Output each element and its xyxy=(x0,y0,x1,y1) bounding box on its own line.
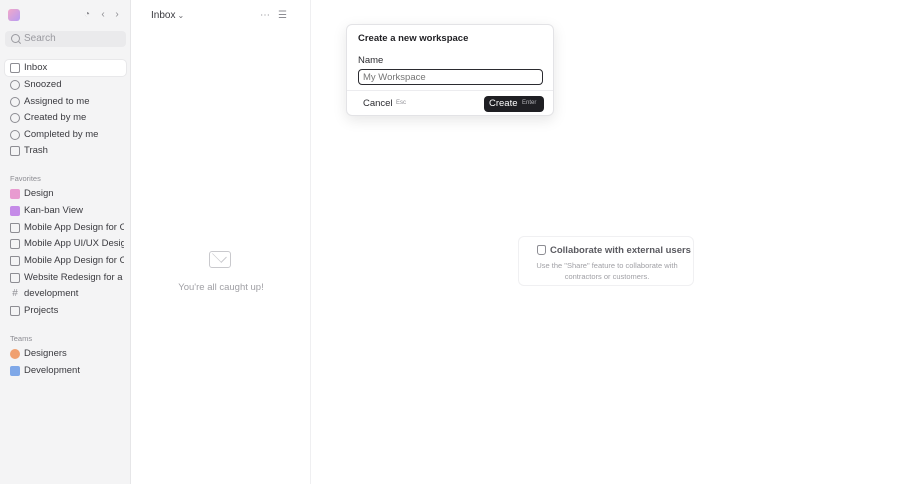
workspace-name-input[interactable] xyxy=(358,69,543,85)
sidebar-item-label: Trash xyxy=(24,145,48,156)
create-button[interactable]: Create Enter xyxy=(484,96,544,112)
team-item-designers[interactable]: Designers xyxy=(5,346,126,362)
create-label: Create xyxy=(489,98,518,109)
favorite-item-mobile-app-design-1[interactable]: Mobile App Design for Online Store xyxy=(5,220,126,236)
user-circle-icon xyxy=(10,97,20,107)
sidebar-item-snoozed[interactable]: Snoozed xyxy=(5,77,126,93)
sidebar-item-label: Snoozed xyxy=(24,79,62,90)
sidebar-item-label: Inbox xyxy=(24,62,48,73)
sidebar: ◔ ‹ › Search Inbox Snoozed Assigned to m… xyxy=(0,0,131,484)
sidebar-item-label: Created by me xyxy=(24,112,87,123)
cancel-label: Cancel xyxy=(363,98,393,109)
favorite-item-label: Projects xyxy=(24,305,59,316)
inbox-panel: Inbox ⌄ ⋯ ☰ You're all caught up! xyxy=(131,0,311,484)
inbox-icon xyxy=(10,63,20,73)
favorite-item-projects[interactable]: Projects xyxy=(5,303,126,319)
folder-icon xyxy=(10,256,20,266)
sidebar-item-label: Completed by me xyxy=(24,129,99,140)
favorite-item-label: Design xyxy=(24,188,54,199)
inbox-title: Inbox xyxy=(151,10,176,21)
folder-icon xyxy=(10,306,20,316)
hash-icon: # xyxy=(12,288,18,299)
favorite-item-website-redesign[interactable]: Website Redesign for a Client xyxy=(5,270,126,286)
chevron-down-icon: ⌄ xyxy=(177,11,185,20)
team-icon xyxy=(10,366,20,376)
name-label: Name xyxy=(358,55,384,66)
grid-icon xyxy=(10,189,20,199)
favorite-item-label: Mobile App Design for Online Store xyxy=(24,222,124,233)
trash-icon xyxy=(10,146,20,156)
board-icon xyxy=(10,206,20,216)
favorite-item-development[interactable]: # development xyxy=(5,286,126,302)
team-item-development[interactable]: Development xyxy=(5,363,126,379)
search-placeholder: Search xyxy=(24,33,56,44)
history-icon[interactable]: ◔ xyxy=(81,9,93,21)
cancel-button[interactable]: Cancel Esc xyxy=(358,96,412,112)
check-circle-icon xyxy=(10,130,20,140)
back-icon[interactable]: ‹ xyxy=(97,9,109,21)
square-icon xyxy=(10,239,20,249)
favorite-item-label: Kan-ban View xyxy=(24,205,83,216)
favorite-item-label: development xyxy=(24,288,79,299)
team-icon xyxy=(10,349,20,359)
sidebar-item-inbox[interactable]: Inbox xyxy=(5,60,126,76)
folder-icon xyxy=(10,223,20,233)
lock-icon xyxy=(537,245,546,255)
teams-heading: Teams xyxy=(10,334,33,343)
favorite-item-label: Mobile App Design for Online Store xyxy=(24,255,124,266)
search-icon xyxy=(11,34,20,43)
clock-icon xyxy=(10,80,20,90)
folder-icon xyxy=(10,273,20,283)
empty-state-text: You're all caught up! xyxy=(178,282,264,293)
divider xyxy=(347,90,553,91)
favorite-item-mobile-app-uiux[interactable]: Mobile App UI/UX Design xyxy=(5,236,126,252)
envelope-icon xyxy=(209,251,231,268)
create-shortcut: Enter xyxy=(522,100,537,106)
favorite-item-label: Mobile App UI/UX Design xyxy=(24,238,124,249)
favorite-item-label: Website Redesign for a Client xyxy=(24,272,124,283)
sidebar-item-created[interactable]: Created by me xyxy=(5,110,126,126)
team-item-label: Development xyxy=(24,365,80,376)
favorite-item-mobile-app-design-2[interactable]: Mobile App Design for Online Store xyxy=(5,253,126,269)
collaborate-card: Collaborate with external users Use the … xyxy=(518,236,694,286)
favorite-item-kanban[interactable]: Kan-ban View xyxy=(5,203,126,219)
user-icon xyxy=(10,113,20,123)
sidebar-item-label: Assigned to me xyxy=(24,96,90,107)
sidebar-item-completed[interactable]: Completed by me xyxy=(5,127,126,143)
sidebar-item-trash[interactable]: Trash xyxy=(5,143,126,159)
app-logo[interactable] xyxy=(8,9,20,21)
create-workspace-dialog: Create a new workspace Name Cancel Esc C… xyxy=(346,24,554,116)
favorite-item-design[interactable]: Design xyxy=(5,186,126,202)
sidebar-header: ◔ ‹ › xyxy=(0,0,131,30)
team-item-label: Designers xyxy=(24,348,67,359)
inbox-title-dropdown[interactable]: Inbox ⌄ xyxy=(151,10,184,21)
search-input[interactable]: Search xyxy=(5,31,126,47)
forward-icon[interactable]: › xyxy=(111,9,123,21)
collaborate-description: Use the "Share" feature to collaborate w… xyxy=(536,261,678,281)
dialog-title: Create a new workspace xyxy=(358,33,469,44)
collaborate-title: Collaborate with external users xyxy=(550,245,691,256)
filter-icon[interactable]: ☰ xyxy=(278,10,287,21)
cancel-shortcut: Esc xyxy=(396,100,407,106)
favorites-heading: Favorites xyxy=(10,174,41,183)
sidebar-item-assigned[interactable]: Assigned to me xyxy=(5,94,126,110)
more-options-icon[interactable]: ⋯ xyxy=(260,10,270,21)
